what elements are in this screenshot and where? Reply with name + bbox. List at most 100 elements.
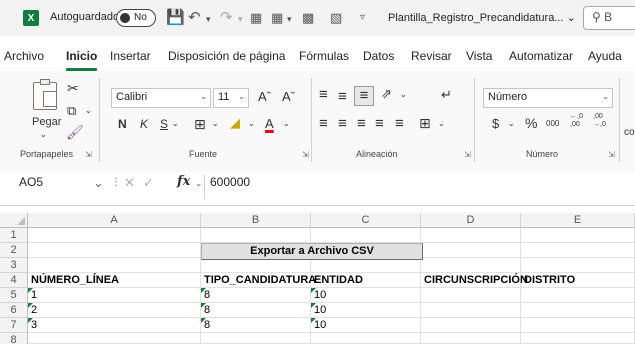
cell[interactable] [421,303,521,318]
sort-icon[interactable]: ▩ [302,10,314,26]
underline-button[interactable]: S [160,117,168,131]
format-cells-icon[interactable]: ▦ [271,10,283,26]
font-size-select[interactable]: 11 ⌄ [213,88,249,108]
tab-insertar[interactable]: Insertar [110,49,151,63]
cell[interactable] [28,258,201,273]
tab-automatizar[interactable]: Automatizar [509,49,573,63]
table-row-cell-c[interactable]: 10 [311,318,421,333]
format-dropdown-icon[interactable]: ▾ [287,14,292,25]
fx-dropdown-icon[interactable]: ⌄ [195,178,203,189]
cell[interactable] [28,228,201,243]
row-header-5[interactable]: 5 [0,288,28,303]
font-color-icon[interactable]: A [265,116,274,131]
cell[interactable] [421,333,521,344]
cell[interactable] [201,258,311,273]
align-middle-icon[interactable]: ≡ [338,88,347,105]
numero-launcher-icon[interactable]: ⇲ [608,150,615,159]
select-all-corner[interactable] [0,213,28,228]
increase-decimals-button[interactable]: ←,0 ,00 [570,113,588,129]
redo-dropdown-icon[interactable]: ▾ [238,14,243,25]
header-cell-numero-linea[interactable]: NÚMERO_LÍNEA [28,273,201,288]
underline-dropdown-icon[interactable]: ⌄ [172,119,179,128]
table-row-cell-a[interactable]: 3 [28,318,201,333]
file-name[interactable]: Plantilla_Registro_Precandidatura... ⌄ [388,11,576,24]
align-right-icon[interactable]: ≡ [357,115,366,132]
cell[interactable] [201,333,311,344]
table-row-cell-c[interactable]: 10 [311,303,421,318]
header-cell-circunscripcion[interactable]: CIRCUNSCRIPCIÓN [421,273,528,288]
shrink-font-button[interactable]: Aˇ [282,89,295,104]
cell[interactable] [421,318,521,333]
tab-disposicion[interactable]: Disposición de página [168,49,285,63]
tab-formulas[interactable]: Fórmulas [299,49,349,63]
fill-color-icon[interactable]: ◢ [230,115,240,131]
row-header-4[interactable]: 4 [0,273,28,288]
column-header-a[interactable]: A [28,213,201,228]
grow-font-button[interactable]: Aˆ [258,89,271,104]
cell[interactable] [521,258,635,273]
header-cell-entidad[interactable]: ENTIDAD [311,273,421,288]
insert-function-icon[interactable]: fx [177,174,190,189]
name-box[interactable]: AO5 [19,174,99,192]
paste-label[interactable]: Pegar [32,116,61,128]
align-top-icon[interactable]: ≡ [319,86,328,103]
save-icon[interactable]: 💾 [166,8,185,26]
header-cell-tipo-candidatura[interactable]: TIPO_CANDIDATURA [201,273,316,288]
copy-icon[interactable]: ⧉ [67,103,76,119]
merge-dropdown-icon[interactable]: ⌄ [438,119,445,128]
portapapeles-launcher-icon[interactable]: ⇲ [85,150,92,159]
number-format-select[interactable]: Número ⌄ [483,88,613,108]
paste-icon[interactable] [33,79,57,110]
row-header-8[interactable]: 8 [0,333,28,344]
tab-inicio[interactable]: Inicio [66,49,97,63]
wrap-text-icon[interactable]: ↵ [441,87,452,103]
autosave-toggle[interactable]: No [116,9,156,27]
export-csv-button[interactable]: Exportar a Archivo CSV [201,243,423,260]
pivot-icon[interactable]: ▧ [330,10,342,26]
align-bottom-icon[interactable]: ≡ [354,86,374,106]
currency-dropdown-icon[interactable]: ⌄ [508,119,515,128]
borders-dropdown-icon[interactable]: ⌄ [212,119,219,128]
table-row-cell-b[interactable]: 8 [201,318,311,333]
format-table-icon[interactable]: ▦ [250,10,262,26]
increase-indent-icon[interactable]: ≡ [395,115,404,132]
cell[interactable] [311,228,421,243]
row-header-7[interactable]: 7 [0,318,28,333]
fill-color-dropdown-icon[interactable]: ⌄ [248,119,255,128]
orientation-icon[interactable]: ⇗ [381,86,392,102]
cell[interactable] [421,243,521,258]
header-cell-distrito[interactable]: DISTRITO [521,273,635,288]
copy-dropdown-icon[interactable]: ⌄ [85,106,92,115]
tab-archivo[interactable]: Archivo [4,49,44,63]
alineacion-launcher-icon[interactable]: ⇲ [464,150,471,159]
cell[interactable] [521,333,635,344]
redo-icon[interactable]: ↷ [220,8,233,26]
cell[interactable] [521,243,635,258]
cut-icon[interactable]: ✂ [67,80,79,97]
format-painter-icon[interactable]: 🖌 [66,124,84,141]
cell[interactable] [28,243,201,258]
borders-icon[interactable]: ⊞ [194,116,206,133]
tab-vista[interactable]: Vista [466,49,492,63]
customize-qat-icon[interactable]: ▿ [360,12,365,23]
table-row-cell-a[interactable]: 2 [28,303,201,318]
paste-dropdown-icon[interactable]: ⌄ [40,130,47,139]
cancel-icon[interactable]: ✕ [124,175,135,191]
bold-button[interactable]: N [118,117,127,131]
align-center-icon[interactable]: ≡ [338,115,347,132]
table-row-cell-c[interactable]: 10 [311,288,421,303]
column-header-c[interactable]: C [311,213,421,228]
font-color-dropdown-icon[interactable]: ⌄ [283,119,290,128]
row-header-2[interactable]: 2 [0,243,28,258]
cell[interactable] [421,228,521,243]
font-name-select[interactable]: Calibri ⌄ [111,88,211,108]
table-row-cell-a[interactable]: 1 [28,288,201,303]
percent-button[interactable]: % [525,115,537,131]
enter-check-icon[interactable]: ✓ [143,175,154,191]
decrease-decimals-button[interactable]: ,00 →,0 [593,113,611,129]
currency-button[interactable]: $ [492,116,499,131]
search-box[interactable]: ⚲ B [583,6,635,30]
cell[interactable] [521,303,635,318]
thousands-button[interactable]: 000 [546,119,559,128]
column-header-e[interactable]: E [521,213,635,228]
